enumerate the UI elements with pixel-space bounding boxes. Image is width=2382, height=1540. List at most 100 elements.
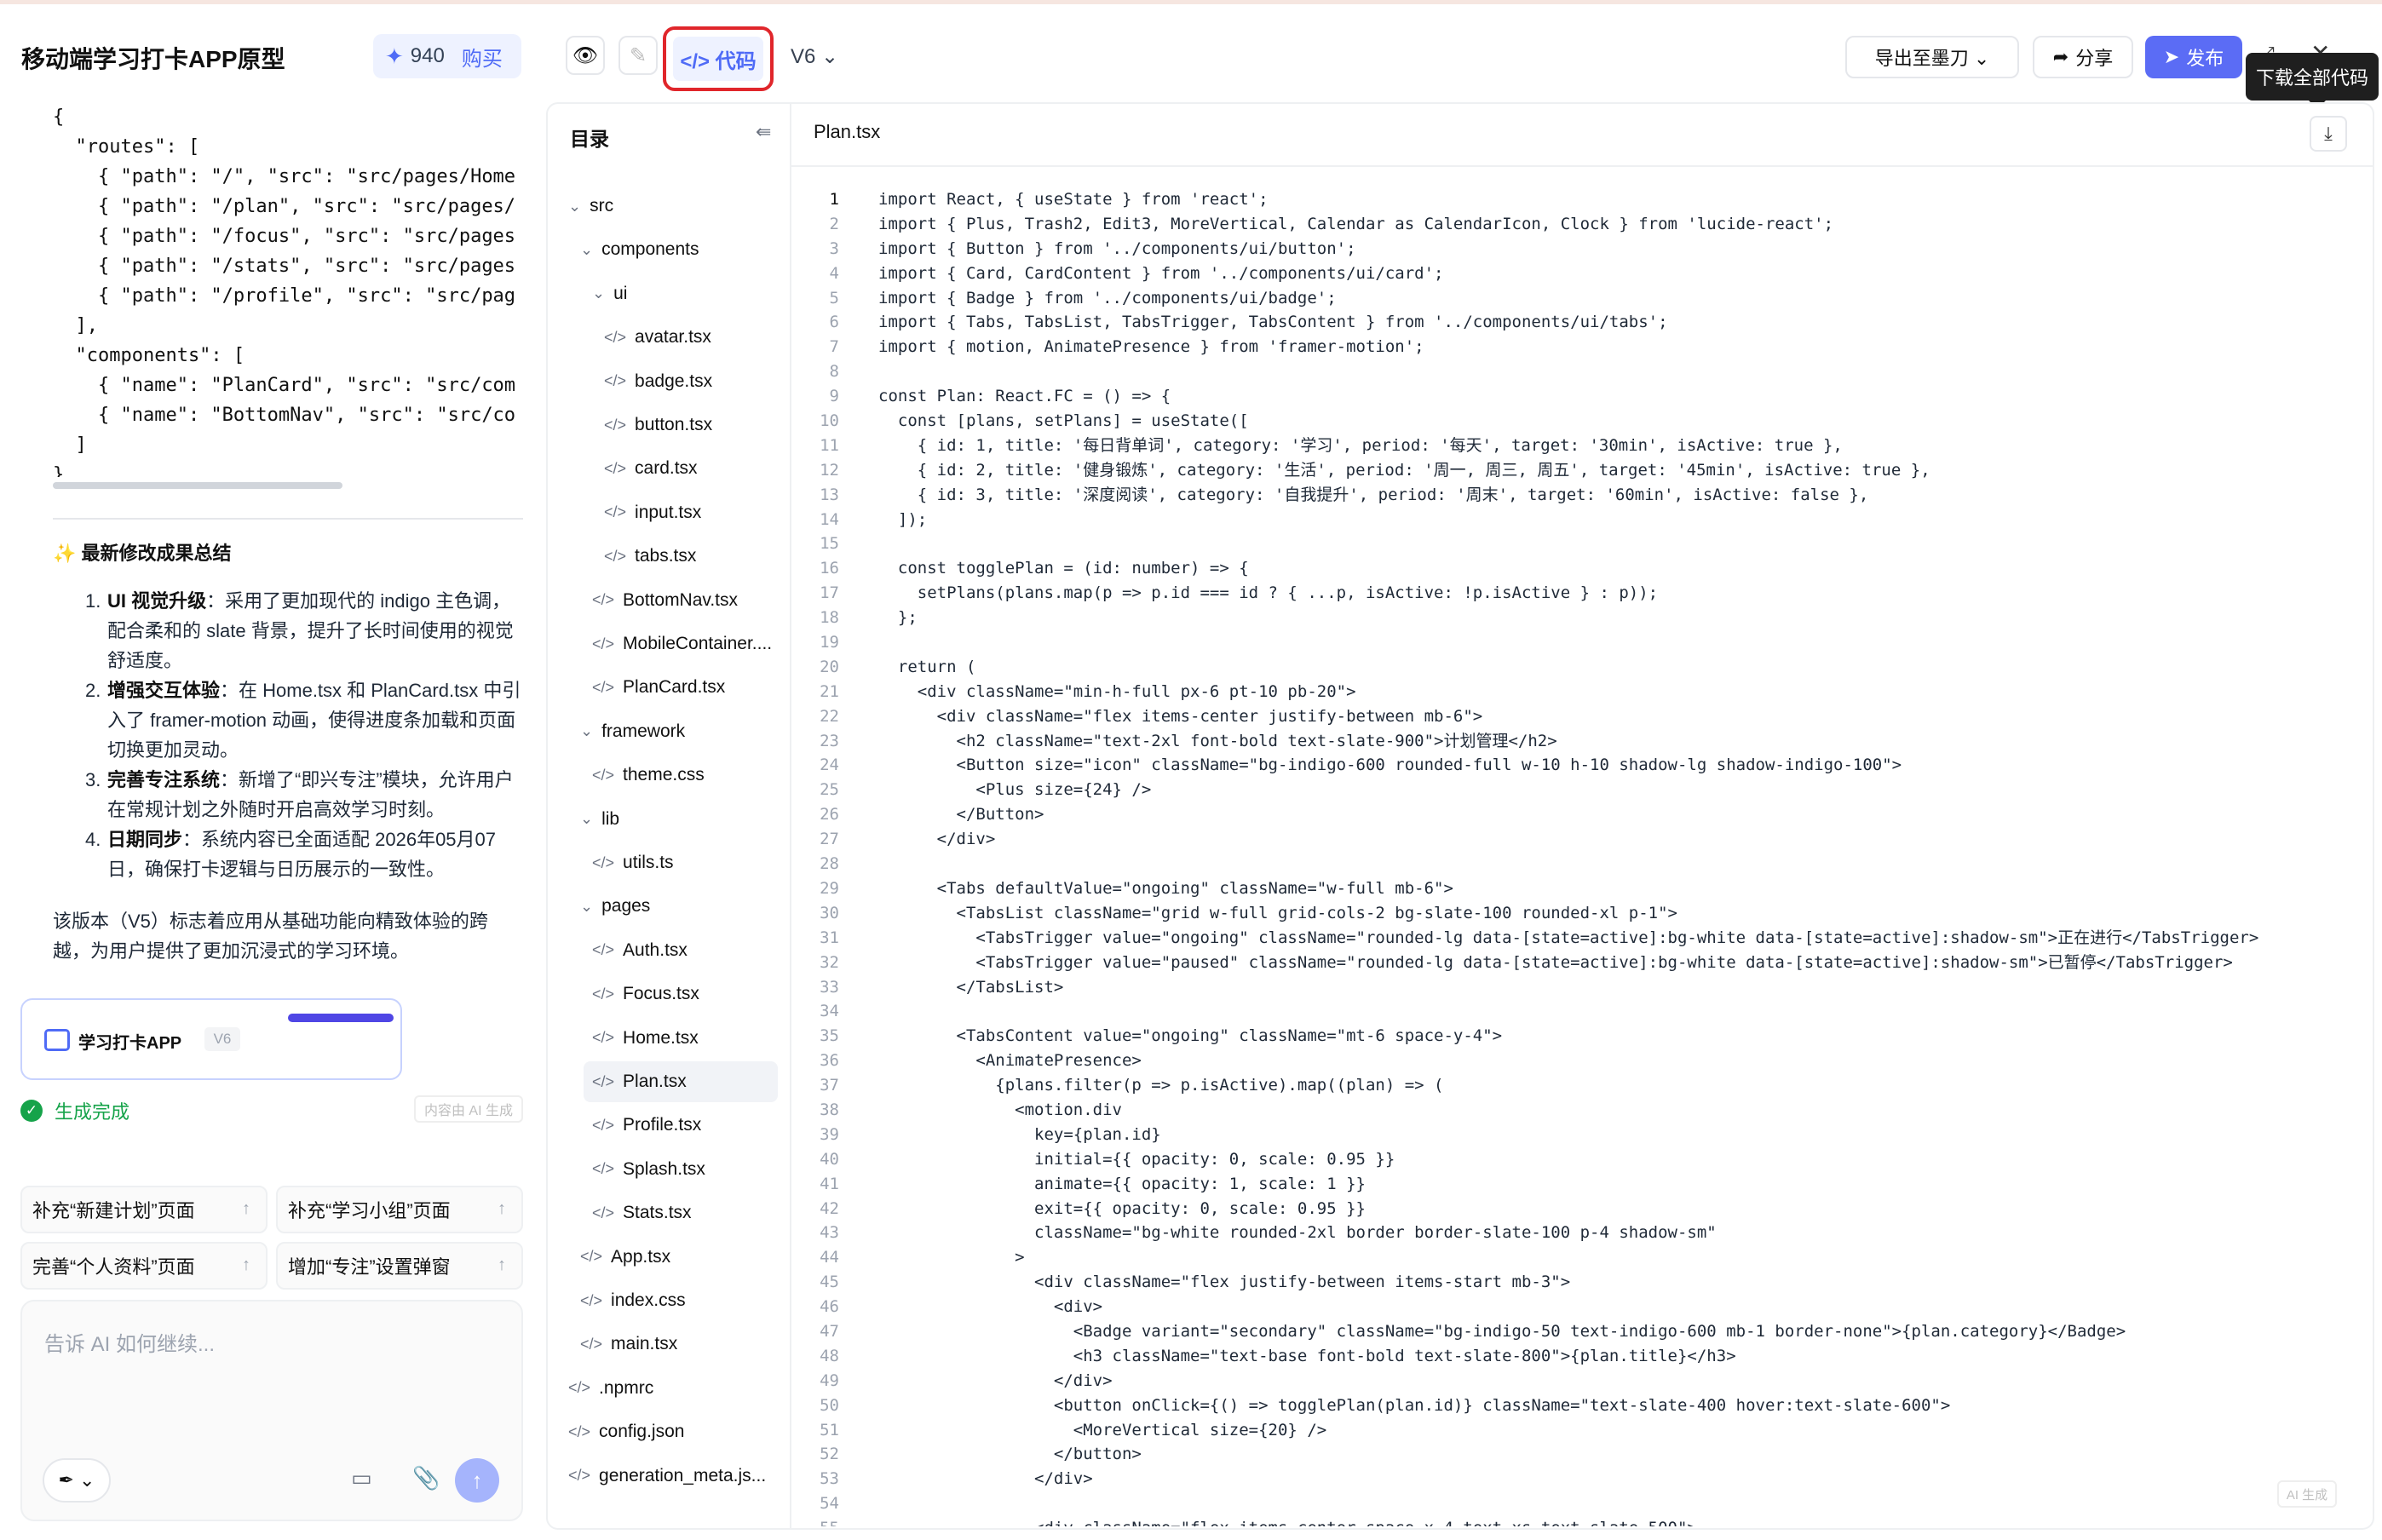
tree-file[interactable]: </> Stats.tsx [584, 1192, 778, 1233]
tree-file[interactable]: </> PlanCard.tsx [584, 667, 778, 708]
arrow-up-icon: ↑ [498, 1199, 506, 1218]
code-text: </Button> [878, 805, 1044, 825]
line-number: 18 [820, 608, 839, 628]
tree-item-label: Home.tsx [623, 1027, 699, 1048]
chat-input-box[interactable]: 告诉 AI 如何继续... ✒ ⌄ ▭ 📎 ↑ [20, 1300, 523, 1521]
tree-folder[interactable]: ⌄ src [560, 186, 778, 227]
tree-file[interactable]: </> Plan.tsx [584, 1061, 778, 1102]
ai-generated-mark: AI 生成 [2277, 1480, 2337, 1508]
tree-item-label: badge.tsx [635, 371, 713, 391]
code-file-icon: </> [592, 1029, 615, 1047]
tree-file[interactable]: </> utils.ts [584, 842, 778, 883]
preview-eye-button[interactable]: 👁 [566, 36, 605, 75]
tree-file[interactable]: </> main.tsx [572, 1324, 778, 1365]
tree-folder[interactable]: ⌄ pages [572, 886, 778, 927]
buy-link[interactable]: 购买 [462, 42, 503, 72]
tree-file[interactable]: </> MobileContainer.... [584, 623, 778, 664]
share-button[interactable]: ➦ 分享 [2033, 36, 2133, 78]
tree-file[interactable]: </> card.tsx [596, 448, 778, 489]
tree-file[interactable]: </> badge.tsx [596, 361, 778, 402]
tree-file[interactable]: </> theme.css [584, 755, 778, 796]
item-number: 4. [85, 829, 101, 850]
line-number: 13 [820, 485, 839, 504]
line-number: 40 [820, 1149, 839, 1169]
summary-item: 2. 增强交互体验：在 Home.tsx 和 PlanCard.tsx 中引入了 … [85, 675, 528, 765]
json-line: "components": [ [53, 345, 245, 366]
code-text: key={plan.id} [878, 1124, 1161, 1144]
code-area[interactable]: 1 import React, { useState } from 'react'… [791, 187, 2373, 1526]
download-button[interactable]: ⤓ [2310, 116, 2347, 152]
code-text: <TabsTrigger value="paused" className="r… [878, 952, 2233, 972]
mode-selector[interactable]: ✒ ⌄ [43, 1458, 111, 1503]
tree-item-label: button.tsx [635, 415, 713, 434]
tree-file[interactable]: </> Focus.tsx [584, 974, 778, 1014]
publish-button[interactable]: ➤ 发布 [2145, 36, 2242, 78]
code-file-icon: </> [604, 459, 627, 477]
paperclip-icon[interactable]: 📎 [412, 1465, 440, 1491]
tree-file[interactable]: </> tabs.tsx [596, 536, 778, 577]
tree-file[interactable]: </> .npmrc [560, 1368, 778, 1409]
tree-folder[interactable]: ⌄ framework [572, 711, 778, 752]
code-text: > [878, 1248, 1025, 1267]
version-card[interactable]: 学习打卡APP V6 [20, 998, 402, 1080]
tree-file[interactable]: </> Home.tsx [584, 1018, 778, 1059]
suggestion-chip[interactable]: 完善“个人资料”页面 ↑ [20, 1242, 268, 1290]
tree-file[interactable]: </> button.tsx [596, 405, 778, 445]
tree-file[interactable]: </> index.css [572, 1280, 778, 1321]
export-button[interactable]: 导出至墨刀 ⌄ [1845, 36, 2019, 78]
line-number: 43 [820, 1223, 839, 1243]
version-selector[interactable]: V6 ⌄ [791, 44, 838, 69]
code-line: 9 const Plan: React.FC = () => { [791, 384, 2373, 409]
tree-file[interactable]: </> Profile.tsx [584, 1105, 778, 1146]
code-text: const togglePlan = (id: number) => { [878, 559, 1249, 578]
code-line: 12 { id: 2, title: '健身锻炼', category: '生活… [791, 458, 2373, 483]
tree-folder[interactable]: ⌄ ui [584, 273, 778, 314]
code-file-icon: </> [592, 766, 615, 784]
code-line: 32 <TabsTrigger value="paused" className… [791, 951, 2373, 975]
tree-folder[interactable]: ⌄ lib [572, 799, 778, 840]
chevron-down-icon: ⌄ [580, 722, 594, 740]
tree-item-label: Profile.tsx [623, 1115, 702, 1135]
tree-file[interactable]: </> App.tsx [572, 1237, 778, 1278]
tree-file[interactable]: </> input.tsx [596, 492, 778, 533]
tree-folder[interactable]: ⌄ components [572, 229, 778, 270]
summary-item: 1. UI 视觉升级：采用了更加现代的 indigo 主色调，配合柔和的 slat… [85, 586, 528, 675]
suggestion-chip[interactable]: 增加“专注”设置弹窗 ↑ [276, 1242, 523, 1290]
summary-paragraph: 该版本（V5）标志着应用从基础功能向精致体验的跨越，为用户提供了更加沉浸式的学习… [53, 911, 488, 962]
horizontal-scrollbar[interactable] [53, 482, 342, 489]
code-file-icon: </> [592, 591, 615, 609]
chevron-down-icon: ⌄ [592, 284, 606, 302]
collapse-icon[interactable]: ⇚ [756, 121, 771, 143]
code-line: 36 <AnimatePresence> [791, 1049, 2373, 1073]
tree-file[interactable]: </> config.json [560, 1411, 778, 1452]
json-line: ], [53, 315, 98, 336]
tree-file[interactable]: </> generation_meta.js... [560, 1456, 778, 1497]
code-line: 31 <TabsTrigger value="ongoing" classNam… [791, 926, 2373, 951]
code-text: </div> [878, 1469, 1093, 1489]
tree-file[interactable]: </> avatar.tsx [596, 317, 778, 358]
suggestion-chip[interactable]: 补充“学习小组”页面 ↑ [276, 1186, 523, 1233]
tree-file[interactable]: </> Splash.tsx [584, 1149, 778, 1190]
send-button[interactable]: ↑ [455, 1458, 499, 1503]
card-name: 学习打卡APP [78, 1034, 182, 1053]
suggestion-chip[interactable]: 补充“新建计划”页面 ↑ [20, 1186, 268, 1233]
template-icon[interactable]: ▭ [351, 1465, 372, 1491]
tree-file[interactable]: </> Auth.tsx [584, 930, 778, 971]
tree-file[interactable]: </> BottomNav.tsx [584, 580, 778, 621]
credits-badge[interactable]: ✦ 940 购买 [373, 34, 521, 78]
code-line: 3 import { Button } from '../components/u… [791, 237, 2373, 261]
code-text: </TabsList> [878, 977, 1064, 997]
chat-input-placeholder[interactable]: 告诉 AI 如何继续... [44, 1327, 215, 1357]
check-icon: ✓ [20, 1100, 43, 1122]
code-line: 39 key={plan.id} [791, 1123, 2373, 1147]
line-number: 10 [820, 411, 839, 431]
tree-item-label: index.css [611, 1290, 686, 1310]
edit-button[interactable]: ✎ [619, 36, 658, 75]
code-line: 29 <Tabs defaultValue="ongoing" classNam… [791, 876, 2373, 901]
code-text: </div> [878, 1370, 1113, 1390]
code-file-icon: </> [568, 1422, 591, 1440]
code-line: 49 </div> [791, 1369, 2373, 1393]
code-line: 26 </Button> [791, 802, 2373, 827]
line-number: 15 [820, 534, 839, 554]
code-tab-button[interactable]: </> 代码 [673, 37, 763, 81]
